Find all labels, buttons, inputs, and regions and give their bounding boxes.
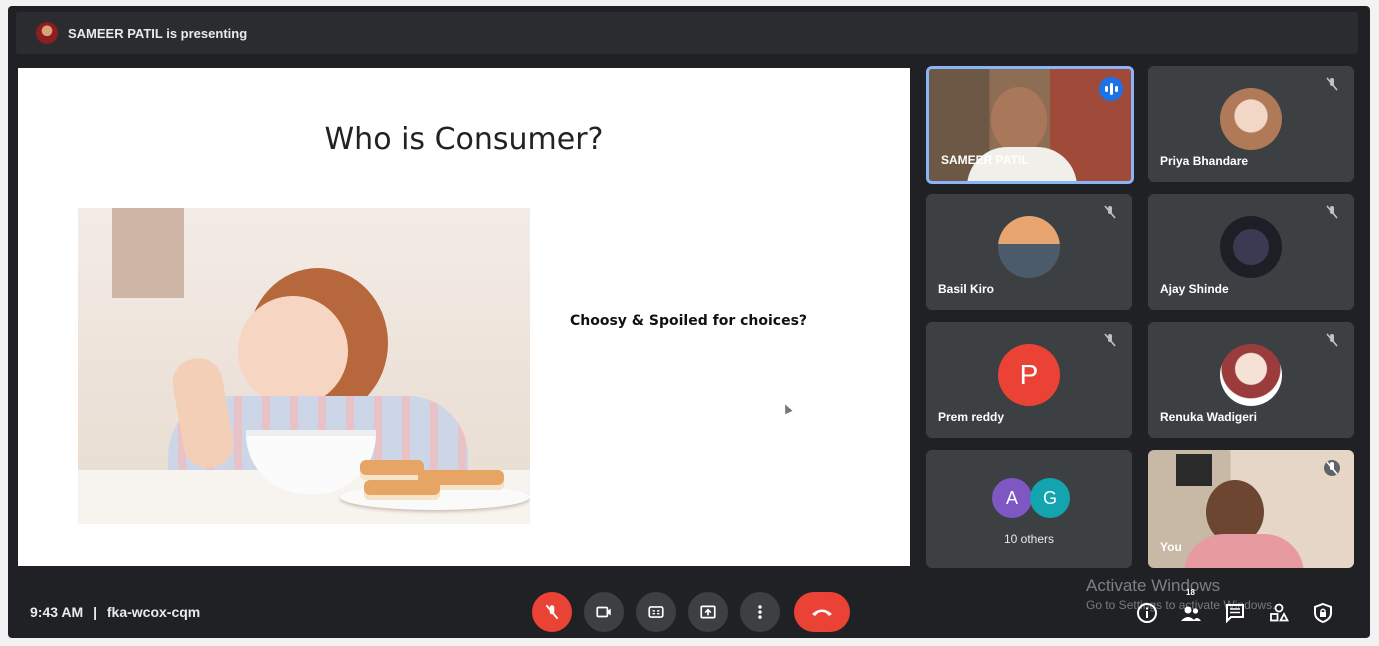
cursor-icon [781,402,793,415]
participant-name: Basil Kiro [938,282,995,296]
people-icon[interactable] [1180,602,1202,624]
mic-off-icon [1326,333,1338,347]
avatar: G [1030,478,1070,518]
activate-windows-watermark: Activate Windows [1086,576,1221,595]
meeting-code: fka-wcox-cqm [106,604,201,620]
presenting-label: SAMEER PATIL is presenting [68,25,248,41]
meeting-details[interactable]: 9:43 AM | fka-wcox-cqm [30,604,200,620]
presentation-slide: Who is Consumer? Choosy & Spoiled for ch… [18,68,910,566]
captions-button[interactable] [636,592,676,632]
closed-captions-icon [648,606,664,618]
more-options-button[interactable] [740,592,780,632]
people-count-badge: 18 [1186,588,1195,597]
video-camera-icon [596,606,611,618]
participant-tile-renuka-wadigeri[interactable]: Renuka Wadigeri [1148,322,1354,438]
meet-window: SAMEER PATIL is presenting Who is Consum… [8,6,1370,638]
participant-tile-ajay-shinde[interactable]: Ajay Shinde [1148,194,1354,310]
participant-name: You [1160,540,1182,554]
participant-tile-basil-kiro[interactable]: Basil Kiro [926,194,1132,310]
participant-name: Priya Bhandare [1160,154,1249,168]
slide-caption: Choosy & Spoiled for choices? [570,313,808,329]
mic-off-icon [1326,77,1338,91]
activities-icon[interactable] [1268,602,1290,624]
participant-tile-others[interactable]: A G 10 others [926,450,1132,568]
call-controls-bar: 9:43 AM | fka-wcox-cqm Activate Windows … [16,576,1362,638]
host-controls-shield-icon[interactable] [1312,602,1334,624]
avatar [36,22,58,44]
separator: | [93,604,97,620]
mic-off-icon [1104,205,1116,219]
participant-name: Renuka Wadigeri [1160,410,1257,424]
avatar [1220,344,1282,407]
chat-icon[interactable] [1224,602,1246,624]
others-count-label: 10 others [1003,532,1055,546]
avatar [1220,88,1282,151]
mic-off-icon [545,604,559,620]
microphone-toggle-button[interactable] [532,592,572,632]
mic-off-icon [1326,205,1338,219]
speaking-indicator-icon [1099,77,1123,101]
participant-name: SAMEER PATIL [941,153,1029,167]
participant-tile-priya-bhandare[interactable]: Priya Bhandare [1148,66,1354,182]
clock-time: 9:43 AM [30,604,84,620]
info-icon[interactable] [1136,602,1158,624]
leave-call-button[interactable] [794,592,850,632]
avatar: P [998,344,1060,407]
presenting-banner: SAMEER PATIL is presenting [16,12,1358,54]
camera-toggle-button[interactable] [584,592,624,632]
avatar [1220,216,1282,279]
avatar [998,216,1060,279]
present-screen-button[interactable] [688,592,728,632]
slide-title: Who is Consumer? [324,122,604,157]
participant-tile-sameer-patil[interactable]: SAMEER PATIL [926,66,1134,184]
participant-name: Ajay Shinde [1160,282,1229,296]
avatar: A [992,478,1032,518]
more-vertical-icon [758,605,762,619]
participant-name: Prem reddy [938,410,1005,424]
participant-tile-you[interactable]: You [1148,450,1354,568]
mic-off-icon [1324,460,1340,476]
present-screen-icon [700,605,716,619]
slide-photo [78,208,530,524]
participant-tile-prem-reddy[interactable]: P Prem reddy [926,322,1132,438]
hang-up-icon [812,609,832,616]
mic-off-icon [1104,333,1116,347]
